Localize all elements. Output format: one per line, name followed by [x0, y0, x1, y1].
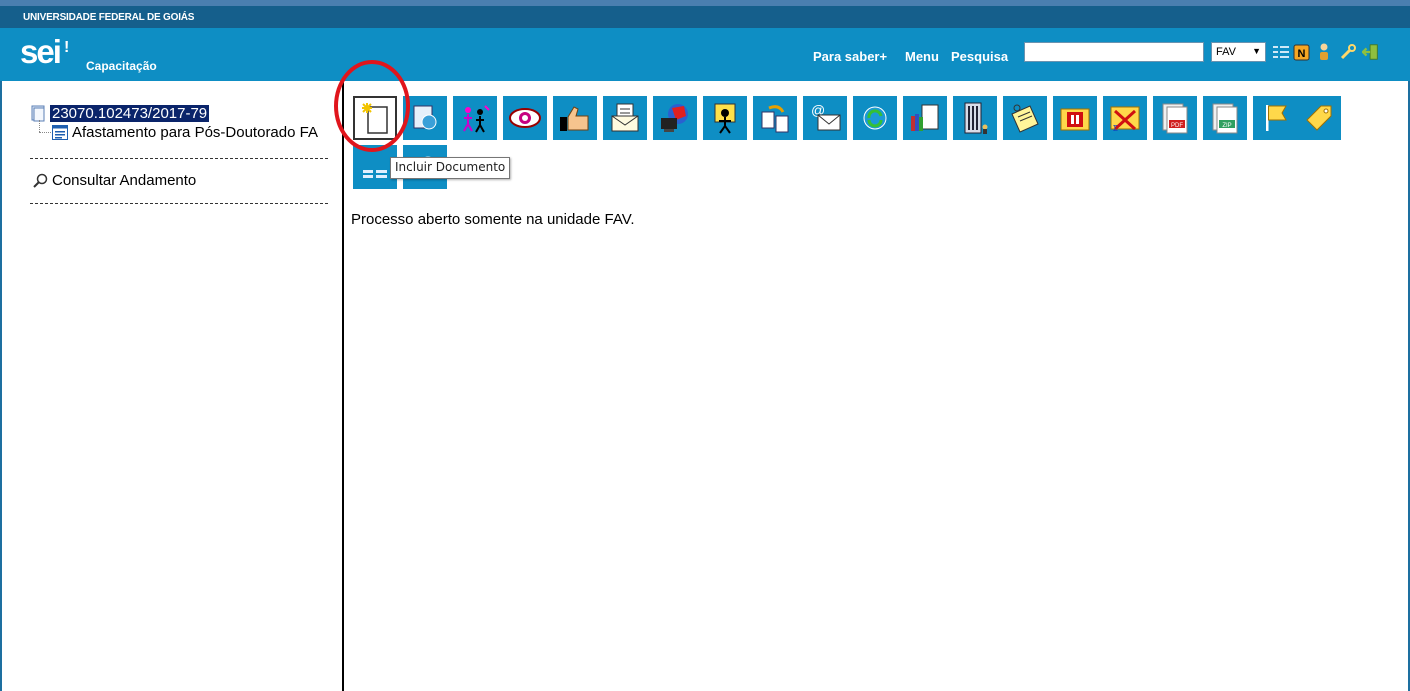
atribuir-processo-button[interactable]: [453, 96, 497, 140]
building-icon: [964, 102, 988, 134]
panel-divider[interactable]: [342, 81, 344, 691]
concluir-processo-button[interactable]: Σ: [1103, 96, 1147, 140]
process-number[interactable]: 23070.102473/2017-79: [50, 104, 210, 122]
atualizar-andamento-button[interactable]: [653, 96, 697, 140]
notes-icon: [1011, 104, 1039, 133]
search-input[interactable]: [1024, 42, 1204, 62]
organization-name: Capacitação: [86, 59, 157, 73]
consultar-andamento-label[interactable]: Consultar Andamento: [52, 172, 196, 189]
email-icon: @: [811, 103, 841, 131]
svg-text:ZIP: ZIP: [1222, 123, 1231, 129]
send-envelope-icon: [611, 103, 639, 132]
university-name: UNIVERSIDADE FEDERAL DE GOIÁS: [23, 12, 195, 23]
refresh-icon: [863, 106, 887, 130]
eye-icon: [509, 108, 541, 128]
enviar-email-button[interactable]: @: [803, 96, 847, 140]
list-icon: [363, 170, 387, 178]
gerar-zip-button[interactable]: ZIP: [1203, 96, 1247, 140]
duplicar-processo-button[interactable]: [753, 96, 797, 140]
document-node[interactable]: Afastamento para Pós-Doutorado FA: [52, 123, 318, 141]
tooltip: Incluir Documento: [390, 157, 511, 179]
gerenciar-documentos-button[interactable]: [903, 96, 947, 140]
flag-icon: [1266, 105, 1287, 131]
svg-text:Σ: Σ: [1113, 124, 1118, 133]
anotacoes-button[interactable]: [1003, 96, 1047, 140]
list-icon[interactable]: [1272, 43, 1290, 61]
acompanhamento-button[interactable]: [503, 96, 547, 140]
pdf-icon: PDF: [1162, 103, 1188, 134]
sobrestar-processo-button[interactable]: [1053, 96, 1097, 140]
gerar-pdf-button[interactable]: PDF: [1153, 96, 1197, 140]
link-pesquisa[interactable]: Pesquisa: [951, 49, 1008, 64]
unit-select-value: FAV: [1216, 46, 1236, 58]
copy-documents-icon: [761, 105, 789, 133]
user-sign-icon: [714, 103, 736, 134]
separator: [30, 203, 328, 204]
n-icon[interactable]: N: [1292, 43, 1310, 61]
tree-connector: [39, 132, 51, 133]
svg-text:PDF: PDF: [1171, 123, 1183, 129]
form-document-icon: [52, 124, 68, 140]
books-icon: [911, 104, 939, 131]
process-node[interactable]: 23070.102473/2017-79: [30, 104, 210, 122]
magnifier-icon: [33, 173, 48, 188]
university-bar: UNIVERSIDADE FEDERAL DE GOIÁS: [0, 6, 1410, 28]
ciencia-button[interactable]: [553, 96, 597, 140]
related-process-icon: [413, 105, 437, 130]
status-message: Processo aberto somente na unidade FAV.: [351, 211, 635, 228]
header: sei ! Capacitação Para saber+ Menu Pesqu…: [0, 28, 1410, 81]
tree-connector: [39, 120, 40, 132]
close-folder-icon: Σ: [1110, 106, 1140, 133]
separator: [30, 158, 328, 159]
exit-icon[interactable]: [1362, 43, 1380, 61]
sei-logo[interactable]: sei: [20, 35, 62, 68]
svg-text:N: N: [1297, 48, 1305, 60]
process-folder-icon: [31, 105, 45, 121]
tag-icon: [1306, 105, 1332, 131]
chevron-down-icon: ▼: [1252, 46, 1261, 56]
globe-computer-icon: [661, 104, 688, 132]
link-menu[interactable]: Menu: [905, 49, 939, 64]
zip-icon: ZIP: [1212, 103, 1238, 134]
link-para-saber[interactable]: Para saber+: [813, 49, 887, 64]
etiqueta-button[interactable]: [1297, 96, 1341, 140]
enviar-processo-button[interactable]: [603, 96, 647, 140]
highlight-circle: [334, 60, 410, 152]
thumbs-up-icon: [560, 106, 589, 131]
pause-folder-icon: [1060, 108, 1090, 131]
unit-select[interactable]: FAV ▼: [1211, 42, 1266, 62]
assign-people-icon: [463, 105, 490, 133]
atribuir-usuario-button[interactable]: [703, 96, 747, 140]
logo-exclamation: !: [64, 39, 70, 56]
relacionamentos-button[interactable]: [853, 96, 897, 140]
document-title[interactable]: Afastamento para Pós-Doutorado FA: [72, 124, 318, 141]
orgaos-button[interactable]: [953, 96, 997, 140]
wrench-icon[interactable]: [1339, 43, 1357, 61]
consultar-andamento-link[interactable]: Consultar Andamento: [32, 172, 196, 189]
marcador-button[interactable]: [1253, 96, 1297, 140]
user-icon[interactable]: [1315, 43, 1333, 61]
